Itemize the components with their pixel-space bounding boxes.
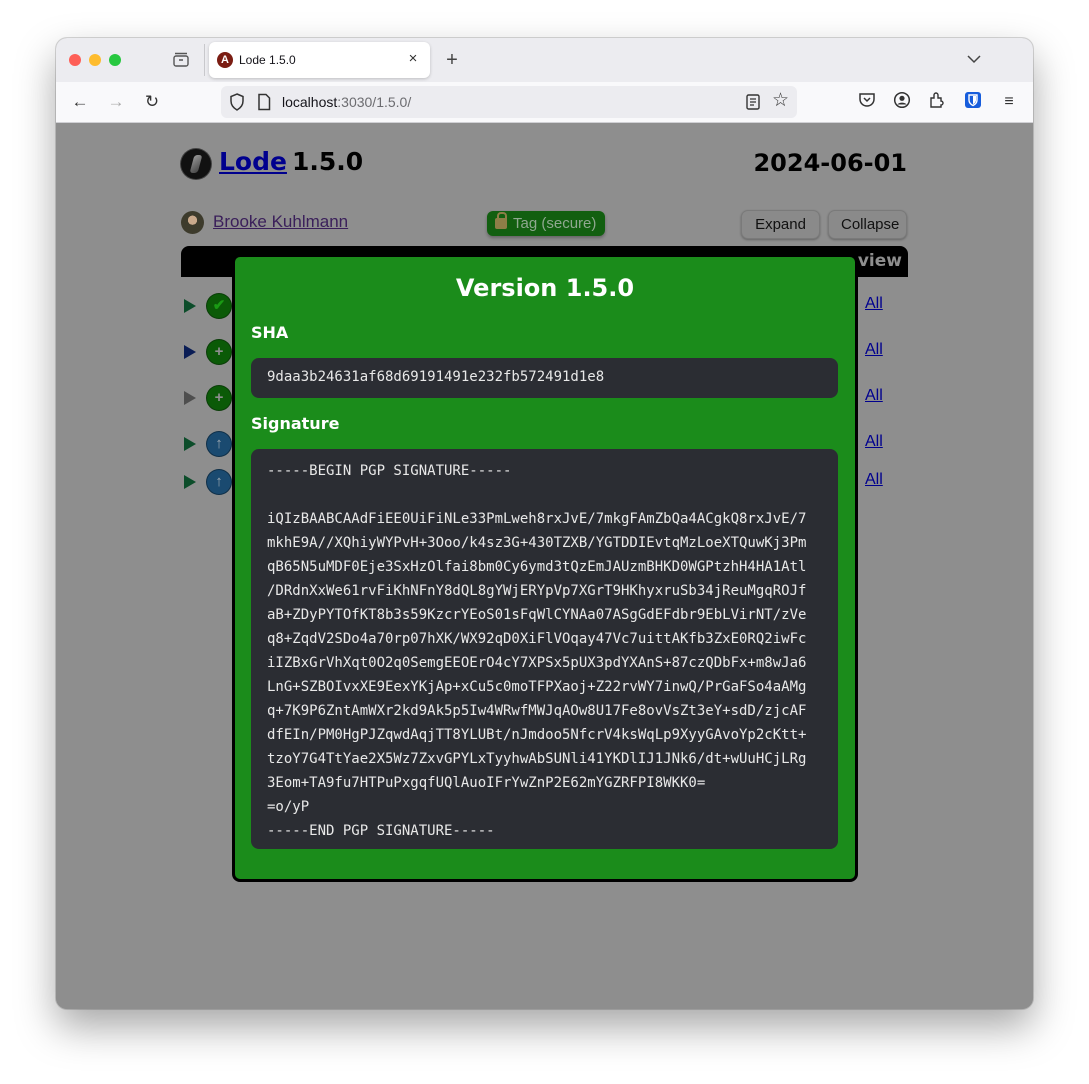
forward-button[interactable]: →	[105, 91, 127, 113]
tag-secure-button[interactable]: Tag (secure)	[487, 211, 606, 236]
tab-bar: A Lode 1.5.0 × +	[56, 38, 1033, 82]
signature-box: -----BEGIN PGP SIGNATURE----- iQIzBAABCA…	[251, 449, 838, 849]
author-link[interactable]: Brooke Kuhlmann	[213, 212, 348, 232]
sha-label: SHA	[251, 323, 289, 342]
tab-groups-icon[interactable]	[172, 51, 190, 69]
address-bar[interactable]: localhost:3030/1.5.0/ ☆	[221, 86, 797, 118]
status-plus-icon: +	[207, 340, 231, 364]
reload-button[interactable]: ↻	[141, 91, 163, 113]
release-date: 2024-06-01	[753, 149, 907, 177]
back-button[interactable]: ←	[69, 91, 91, 113]
url-path: :3030/1.5.0/	[337, 94, 412, 110]
sha-value: 9daa3b24631af68d69191491e232fb572491d1e8	[267, 369, 605, 385]
project-name-link[interactable]: Lode	[219, 147, 287, 176]
all-link[interactable]: All	[865, 341, 883, 359]
pocket-icon[interactable]	[856, 91, 878, 113]
all-link[interactable]: All	[865, 295, 883, 313]
all-link[interactable]: All	[865, 387, 883, 405]
zoom-window-button[interactable]	[109, 54, 121, 66]
expand-button[interactable]: Expand	[741, 210, 820, 239]
status-plus-icon: +	[207, 386, 231, 410]
close-window-button[interactable]	[69, 54, 81, 66]
page-info-icon[interactable]	[257, 93, 271, 111]
site-favicon-icon: A	[217, 52, 233, 68]
minimize-window-button[interactable]	[89, 54, 101, 66]
author-avatar	[181, 211, 204, 234]
close-tab-icon[interactable]: ×	[404, 50, 422, 68]
all-link[interactable]: All	[865, 433, 883, 451]
expand-arrow-icon[interactable]	[184, 345, 196, 359]
all-link[interactable]: All	[865, 471, 883, 489]
project-version: 1.5.0	[292, 147, 364, 176]
app-menu-button[interactable]: ≡	[998, 91, 1020, 113]
version-dialog: Version 1.5.0 SHA 9daa3b24631af68d691914…	[232, 254, 858, 882]
signature-label: Signature	[251, 414, 340, 433]
expand-arrow-icon[interactable]	[184, 475, 196, 489]
page-content: Lode 1.5.0 2024-06-01 Brooke Kuhlmann Ta…	[56, 123, 1033, 1009]
dialog-title: Version 1.5.0	[455, 274, 635, 302]
signature-value: -----BEGIN PGP SIGNATURE----- iQIzBAABCA…	[267, 463, 807, 839]
expand-arrow-icon[interactable]	[184, 437, 196, 451]
status-up-icon: ↑	[207, 470, 231, 494]
expand-arrow-icon[interactable]	[184, 391, 196, 405]
url-host: localhost	[282, 94, 338, 110]
extensions-icon[interactable]	[926, 91, 948, 113]
bookmark-star-icon[interactable]: ☆	[772, 91, 789, 111]
collapse-button[interactable]: Collapse	[828, 210, 907, 239]
active-tab[interactable]: A Lode 1.5.0 ×	[209, 42, 430, 78]
project-logo-icon	[181, 149, 211, 179]
shield-icon[interactable]	[229, 93, 245, 111]
account-icon[interactable]	[891, 91, 913, 113]
bitwarden-icon[interactable]	[962, 91, 984, 113]
new-tab-button[interactable]: +	[442, 50, 462, 70]
status-check-icon: ✔	[207, 294, 231, 318]
list-all-tabs-icon[interactable]	[965, 51, 983, 69]
navigation-toolbar: ← → ↻ localhost:3030/1.5.0/ ☆ ≡	[56, 82, 1033, 123]
reader-view-icon[interactable]	[745, 93, 761, 111]
browser-window: A Lode 1.5.0 × + ← → ↻ localhost:3030/1.…	[56, 38, 1033, 1009]
status-up-icon: ↑	[207, 432, 231, 456]
tab-separator	[204, 44, 205, 76]
tab-title: Lode 1.5.0	[239, 53, 296, 67]
tag-badge-label: Tag (secure)	[513, 215, 597, 232]
lock-icon	[495, 212, 507, 229]
sha-box: 9daa3b24631af68d69191491e232fb572491d1e8	[251, 358, 838, 398]
url-text[interactable]: localhost:3030/1.5.0/	[282, 94, 411, 110]
expand-arrow-icon[interactable]	[184, 299, 196, 313]
